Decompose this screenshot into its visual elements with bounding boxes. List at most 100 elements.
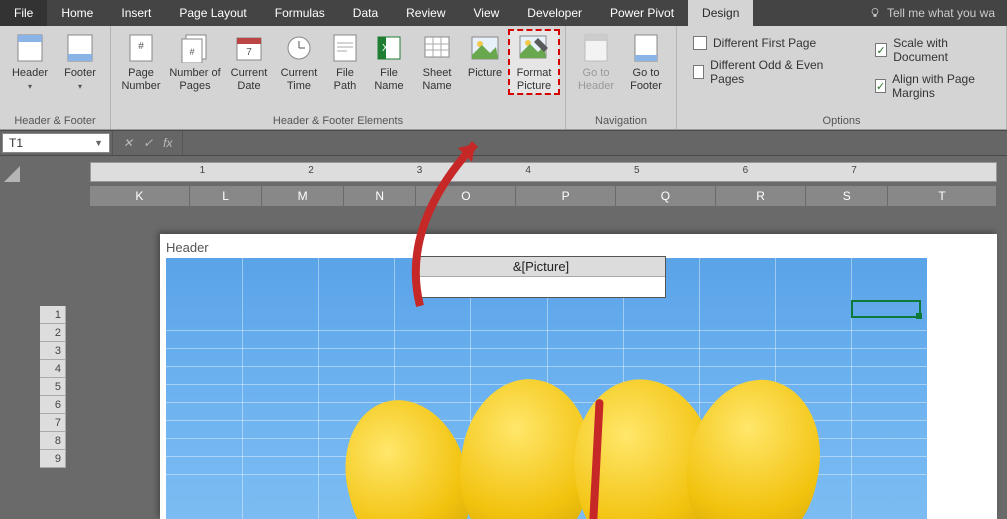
header-field-value: &[Picture]	[417, 257, 665, 277]
tab-power-pivot[interactable]: Power Pivot	[596, 0, 688, 26]
svg-text:#: #	[138, 41, 144, 52]
picture-button[interactable]: Picture	[463, 30, 507, 82]
row-header[interactable]: 6	[40, 396, 66, 414]
number-pages-icon: #	[179, 32, 211, 64]
header-button[interactable]: Header▾	[6, 30, 54, 93]
fx-icon[interactable]: fx	[163, 136, 172, 150]
checkbox-checked-icon: ✓	[875, 79, 886, 93]
chevron-down-icon: ▾	[78, 82, 82, 91]
header-center-input[interactable]: &[Picture]	[416, 256, 666, 298]
clock-icon	[283, 32, 315, 64]
tab-file[interactable]: File	[0, 0, 47, 26]
goto-footer-icon	[630, 32, 662, 64]
group-label-elements: Header & Footer Elements	[117, 113, 559, 127]
formula-input[interactable]	[183, 131, 1007, 155]
footer-button[interactable]: Footer▾	[56, 30, 104, 93]
file-path-icon	[329, 32, 361, 64]
row-header[interactable]: 2	[40, 324, 66, 342]
page-number-button[interactable]: #Page Number	[117, 30, 165, 94]
svg-text:7: 7	[246, 47, 252, 58]
tab-data[interactable]: Data	[339, 0, 392, 26]
checkbox-icon	[693, 65, 704, 79]
svg-text:X: X	[382, 43, 389, 54]
column-header[interactable]: K	[90, 186, 190, 206]
column-header[interactable]: L	[190, 186, 263, 206]
tab-strip: File Home Insert Page Layout Formulas Da…	[0, 0, 1007, 26]
column-header[interactable]: R	[716, 186, 807, 206]
different-odd-even-checkbox[interactable]: Different Odd & Even Pages	[693, 58, 825, 86]
sheet-name-button[interactable]: Sheet Name	[413, 30, 461, 94]
row-header[interactable]: 9	[40, 450, 66, 468]
cancel-icon[interactable]: ✕	[123, 136, 133, 150]
name-box[interactable]: T1▼	[2, 133, 110, 153]
file-name-button[interactable]: XFile Name	[367, 30, 411, 94]
different-first-page-checkbox[interactable]: Different First Page	[693, 36, 825, 50]
sheet-name-icon	[421, 32, 453, 64]
current-date-button[interactable]: 7Current Date	[225, 30, 273, 94]
header-section-label: Header	[166, 240, 209, 255]
group-label-hf: Header & Footer	[6, 113, 104, 127]
group-label-options: Options	[683, 113, 1000, 127]
svg-text:#: #	[189, 47, 194, 57]
tab-insert[interactable]: Insert	[107, 0, 165, 26]
column-header[interactable]: N	[344, 186, 417, 206]
column-header[interactable]: P	[516, 186, 616, 206]
formula-bar: T1▼ ✕ ✓ fx	[0, 130, 1007, 156]
format-picture-icon	[518, 32, 550, 64]
row-header[interactable]: 3	[40, 342, 66, 360]
column-header[interactable]: Q	[616, 186, 716, 206]
ribbon: Header▾ Footer▾ Header & Footer #Page Nu…	[0, 26, 1007, 130]
group-options: Different First Page Different Odd & Eve…	[677, 26, 1007, 129]
tab-design[interactable]: Design	[688, 0, 753, 26]
group-label-nav: Navigation	[572, 113, 670, 127]
column-headers[interactable]: K L M N O P Q R S T	[90, 186, 997, 206]
tab-page-layout[interactable]: Page Layout	[165, 0, 260, 26]
row-header[interactable]: 5	[40, 378, 66, 396]
number-of-pages-button[interactable]: #Number of Pages	[167, 30, 223, 94]
header-icon	[14, 32, 46, 64]
lightbulb-icon	[869, 7, 881, 19]
picture-icon	[469, 32, 501, 64]
goto-footer-button[interactable]: Go to Footer	[622, 30, 670, 94]
goto-header-button: Go to Header	[572, 30, 620, 94]
group-header-footer-elements: #Page Number #Number of Pages 7Current D…	[111, 26, 566, 129]
column-header[interactable]: T	[888, 186, 997, 206]
goto-header-icon	[580, 32, 612, 64]
current-time-button[interactable]: Current Time	[275, 30, 323, 94]
formula-bar-buttons: ✕ ✓ fx	[112, 131, 183, 155]
row-headers[interactable]: 1 2 3 4 5 6 7 8 9	[40, 306, 66, 468]
tab-view[interactable]: View	[460, 0, 514, 26]
align-with-margins-checkbox[interactable]: ✓Align with Page Margins	[875, 72, 990, 100]
row-header[interactable]: 8	[40, 432, 66, 450]
select-all-triangle[interactable]	[4, 166, 20, 182]
page-number-icon: #	[125, 32, 157, 64]
column-header[interactable]: M	[262, 186, 344, 206]
worksheet-area: 1 2 3 4 5 6 7 K L M N O P Q R S T 1 2 3 …	[0, 156, 1007, 519]
tell-me-label: Tell me what you wa	[887, 6, 995, 20]
horizontal-ruler: 1 2 3 4 5 6 7	[90, 162, 997, 182]
column-header[interactable]: S	[806, 186, 888, 206]
scale-with-document-checkbox[interactable]: ✓Scale with Document	[875, 36, 990, 64]
group-navigation: Go to Header Go to Footer Navigation	[566, 26, 677, 129]
chevron-down-icon: ▼	[94, 138, 103, 148]
row-header[interactable]: 1	[40, 306, 66, 324]
file-path-button[interactable]: File Path	[325, 30, 365, 94]
tab-home[interactable]: Home	[47, 0, 107, 26]
format-picture-button[interactable]: Format Picture	[509, 30, 559, 94]
tab-developer[interactable]: Developer	[513, 0, 596, 26]
tab-review[interactable]: Review	[392, 0, 459, 26]
row-header[interactable]: 7	[40, 414, 66, 432]
page-preview: Header &[Picture]	[160, 234, 997, 519]
footer-icon	[64, 32, 96, 64]
group-header-footer: Header▾ Footer▾ Header & Footer	[0, 26, 111, 129]
tell-me-search[interactable]: Tell me what you wa	[857, 0, 1007, 26]
flower-illustration	[318, 376, 889, 519]
active-cell-indicator[interactable]	[851, 300, 921, 318]
file-name-icon: X	[373, 32, 405, 64]
tab-formulas[interactable]: Formulas	[261, 0, 339, 26]
enter-icon[interactable]: ✓	[143, 136, 153, 150]
row-header[interactable]: 4	[40, 360, 66, 378]
column-header[interactable]: O	[416, 186, 516, 206]
calendar-icon: 7	[233, 32, 265, 64]
chevron-down-icon: ▾	[28, 82, 32, 91]
